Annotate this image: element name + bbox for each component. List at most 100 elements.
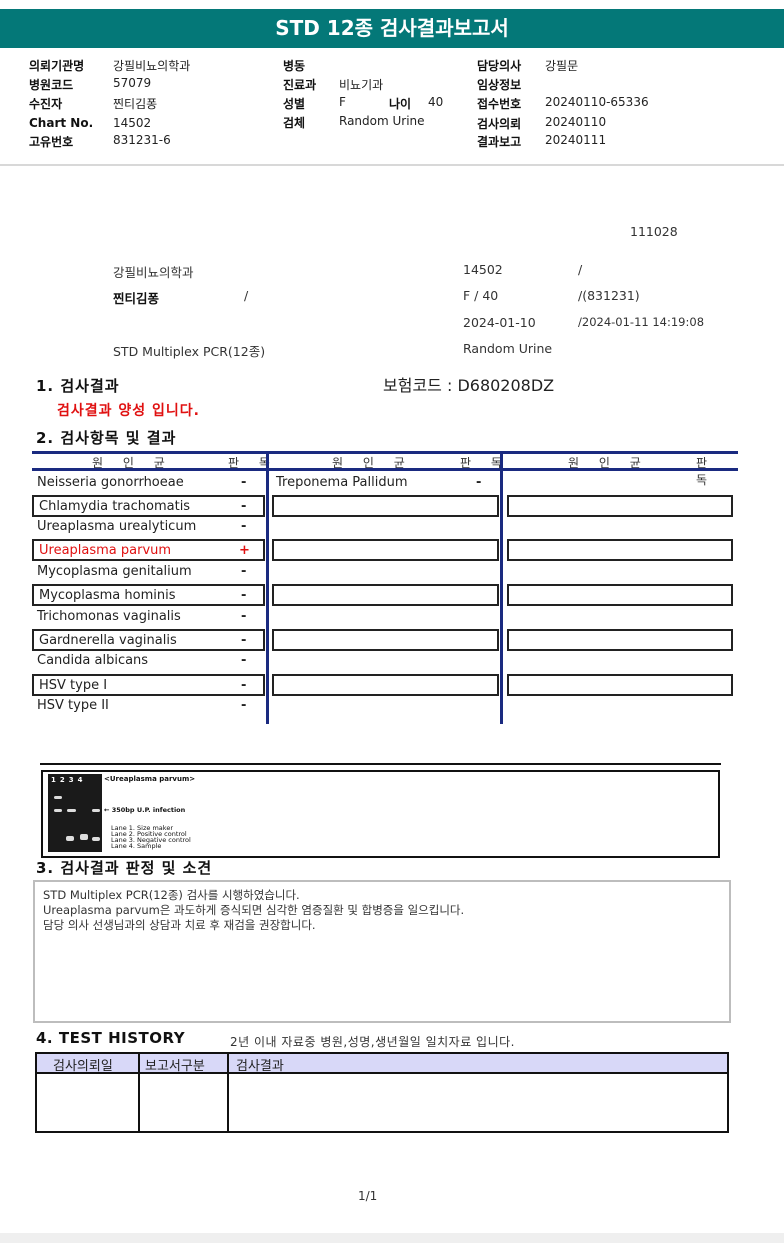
- info-label: 병동: [283, 59, 306, 73]
- sheet-test-name: STD Multiplex PCR(12종): [113, 344, 266, 359]
- info-label: 결과보고: [477, 135, 522, 149]
- gel-figure: 1234 <Ureaplasma parvum> ← 350bp U.P. in…: [41, 770, 720, 858]
- result-row: Candida albicans -: [32, 651, 265, 673]
- result-row: Mycoplasma hominis -: [32, 584, 265, 606]
- report-title: STD 12종 검사결과보고서: [0, 9, 784, 48]
- sheet-patient: 찐티김퐁: [113, 291, 160, 306]
- gel-band: [67, 809, 76, 812]
- pathogen-name: HSV type I: [39, 678, 108, 693]
- footer-band: [0, 1233, 784, 1243]
- sheet-request-date: 2024-01-10: [463, 315, 536, 330]
- pathogen-result: -: [241, 698, 247, 713]
- header-pathogen: 원 인 균: [568, 456, 649, 470]
- pathogen-name: Mycoplasma genitalium: [37, 564, 192, 579]
- gel-legend-item: Lane 4. Sample: [111, 842, 162, 850]
- gel-band: [54, 809, 62, 812]
- pathogen-result: -: [241, 678, 247, 693]
- sheet-birth: /(831231): [578, 288, 640, 303]
- result-row: HSV type II -: [32, 696, 265, 718]
- info-value: 831231-6: [113, 133, 171, 147]
- section-1-title: 1. 검사결과: [36, 377, 120, 395]
- pathogen-result: -: [241, 653, 247, 668]
- gel-lane-numbers: 1234: [51, 776, 87, 784]
- empty-row: [507, 629, 733, 651]
- insurance-code: 보험코드 : D680208DZ: [383, 376, 555, 395]
- history-col-result: 검사결과: [236, 1059, 284, 1074]
- pathogen-result: -: [241, 475, 247, 490]
- info-label: 고유번호: [29, 135, 74, 149]
- pathogen-name: Chlamydia trachomatis: [39, 499, 191, 514]
- gel-band: [80, 834, 88, 840]
- info-value: 강필비뇨의학과: [113, 59, 191, 73]
- pathogen-name: Trichomonas vaginalis: [37, 609, 181, 624]
- info-value: 14502: [113, 116, 152, 130]
- section-4-title: 4. TEST HISTORY: [36, 1029, 186, 1047]
- pathogen-name: Treponema Pallidum: [276, 475, 408, 490]
- gel-band: [66, 836, 74, 841]
- info-label: 나이: [389, 97, 412, 111]
- result-row: HSV type I -: [32, 674, 265, 696]
- gel-caption: <Ureaplasma parvum>: [104, 775, 196, 783]
- result-grid-header: 원 인 균 판 독 원 인 균 판 독 원 인 균 판 독: [32, 451, 738, 487]
- header-result: 판 독: [228, 456, 278, 470]
- info-label: 검체: [283, 116, 306, 130]
- empty-row: [272, 495, 499, 517]
- pathogen-result: +: [239, 543, 250, 558]
- empty-row: [507, 495, 733, 517]
- pathogen-result: -: [241, 588, 247, 603]
- info-value: F: [339, 95, 346, 109]
- gel-band: [92, 809, 100, 812]
- pathogen-result: -: [241, 564, 247, 579]
- info-label: Chart No.: [29, 116, 94, 130]
- sheet-hospital: 강필비뇨의학과: [113, 265, 194, 280]
- pathogen-name: Gardnerella vaginalis: [39, 633, 177, 648]
- info-value: 20240110-65336: [545, 95, 649, 109]
- empty-row: [507, 674, 733, 696]
- history-table: 검사의뢰일 보고서구분 검사결과: [35, 1052, 729, 1133]
- sheet-slash: /: [578, 262, 583, 277]
- info-label: 임상정보: [477, 78, 522, 92]
- result-row: Trichomonas vaginalis -: [32, 607, 265, 629]
- info-value: Random Urine: [339, 114, 425, 128]
- pathogen-result: -: [241, 609, 247, 624]
- empty-row: [272, 674, 499, 696]
- result-row: Neisseria gonorrhoeae -: [32, 473, 265, 495]
- pathogen-name: Candida albicans: [37, 653, 149, 668]
- info-label: 접수번호: [477, 97, 522, 111]
- header-result: 판 독: [696, 456, 716, 487]
- gel-band: [54, 796, 62, 799]
- page-number: 1/1: [358, 1189, 378, 1203]
- opinion-line: 담당 의사 선생님과의 상담과 치료 후 재검을 권장합니다.: [43, 918, 316, 932]
- history-col-divider: [227, 1054, 229, 1131]
- empty-row: [507, 539, 733, 561]
- header-pathogen: 원 인 균: [92, 456, 173, 470]
- history-col-divider: [138, 1054, 140, 1131]
- info-label: 병원코드: [29, 78, 74, 92]
- gel-band-note: ← 350bp U.P. infection: [104, 806, 186, 814]
- pathogen-name: Neisseria gonorrhoeae: [37, 475, 184, 490]
- sheet-code: 111028: [630, 224, 678, 239]
- info-value: 40: [428, 95, 444, 109]
- result-row: Ureaplasma urealyticum -: [32, 517, 265, 539]
- empty-row: [272, 584, 499, 606]
- positive-message: 검사결과 양성 입니다.: [57, 403, 200, 419]
- history-table-header: 검사의뢰일 보고서구분 검사결과: [37, 1054, 727, 1074]
- info-label: 담당의사: [477, 59, 522, 73]
- sheet-slash: /: [244, 288, 249, 303]
- info-value: 찐티김퐁: [113, 97, 158, 111]
- sheet-chart: 14502: [463, 262, 503, 277]
- history-note: 2년 이내 자료중 병원,성명,생년월일 일치자료 입니다.: [230, 1035, 515, 1049]
- pathogen-result: -: [241, 499, 247, 514]
- history-col-report-type: 보고서구분: [145, 1059, 205, 1074]
- empty-row: [272, 629, 499, 651]
- info-label: 의뢰기관명: [29, 59, 85, 73]
- pathogen-result: -: [241, 519, 247, 534]
- empty-row: [507, 584, 733, 606]
- info-label: 검사의뢰: [477, 117, 522, 131]
- pathogen-name: Ureaplasma parvum: [39, 543, 172, 558]
- header-pathogen: 원 인 균: [332, 456, 413, 470]
- info-value: 20240110: [545, 115, 607, 129]
- pathogen-result: -: [241, 633, 247, 648]
- info-label: 진료과: [283, 78, 317, 92]
- pathogen-name: Mycoplasma hominis: [39, 588, 176, 603]
